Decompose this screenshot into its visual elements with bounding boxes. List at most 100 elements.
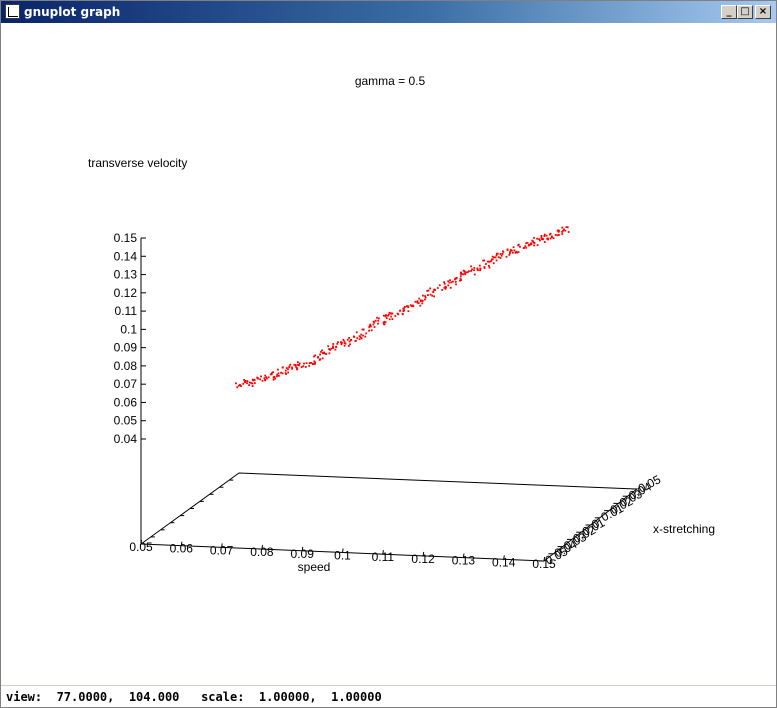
data-point: [403, 306, 406, 308]
data-point: [273, 376, 276, 378]
data-point: [347, 345, 350, 347]
data-point: [348, 337, 350, 339]
data-point: [281, 366, 284, 369]
data-point: [297, 361, 299, 364]
plot-area[interactable]: gamma = 0.5 transverse velocity speed x-…: [1, 23, 776, 683]
data-point: [328, 352, 331, 355]
data-point: [509, 252, 511, 255]
close-button[interactable]: ×: [755, 5, 771, 19]
data-point: [524, 245, 527, 247]
data-point: [349, 343, 351, 346]
status-bar: view: 77.0000, 104.000 scale: 1.00000, 1…: [1, 685, 776, 707]
data-point: [244, 381, 247, 384]
data-point: [402, 307, 405, 310]
minimize-button[interactable]: _: [721, 5, 737, 19]
data-point: [427, 289, 430, 292]
data-point: [281, 372, 284, 375]
data-point: [352, 335, 355, 338]
data-point: [495, 254, 498, 257]
data-point: [361, 328, 364, 331]
data-point: [495, 259, 498, 262]
maximize-button[interactable]: □: [737, 5, 753, 19]
gnuplot-app-icon[interactable]: [5, 4, 20, 19]
data-point: [253, 382, 256, 384]
data-point: [285, 373, 287, 375]
chart-title: gamma = 0.5: [355, 74, 426, 88]
data-point: [532, 241, 535, 243]
data-point: [552, 237, 555, 240]
x-axis-label: speed: [298, 560, 331, 574]
data-point: [328, 348, 330, 350]
data-point: [317, 356, 319, 358]
data-point: [336, 343, 339, 345]
data-point: [327, 345, 330, 348]
data-point: [251, 378, 254, 381]
data-point: [364, 335, 367, 338]
x-tick-label: 0.1: [334, 549, 351, 563]
data-point: [429, 293, 432, 296]
data-point: [330, 347, 333, 350]
data-point: [323, 352, 326, 355]
data-point: [509, 250, 512, 253]
data-point: [429, 287, 432, 290]
data-point: [488, 266, 491, 269]
data-point: [343, 342, 346, 344]
3d-scatter-chart[interactable]: gamma = 0.5 transverse velocity speed x-…: [1, 23, 776, 683]
data-point: [433, 295, 435, 298]
data-point: [312, 363, 315, 365]
data-point: [243, 379, 245, 381]
data-point: [485, 263, 487, 265]
data-point: [263, 377, 266, 380]
data-point: [452, 280, 454, 283]
data-point: [471, 268, 473, 271]
y-axis-label: x-stretching: [653, 522, 715, 536]
data-point: [505, 255, 508, 258]
data-point: [385, 314, 387, 316]
data-point: [438, 284, 441, 287]
data-point: [319, 358, 322, 361]
data-point: [447, 280, 450, 283]
data-point: [314, 354, 317, 357]
window-title: gnuplot graph: [24, 5, 121, 19]
data-point: [416, 301, 419, 304]
data-point: [296, 367, 298, 370]
data-point: [433, 288, 436, 291]
data-point: [377, 322, 379, 325]
data-point: [489, 260, 492, 263]
data-point: [358, 338, 361, 341]
data-point: [479, 269, 481, 272]
data-point: [421, 302, 424, 305]
data-point: [370, 325, 372, 328]
data-point: [383, 320, 386, 323]
data-point: [449, 279, 451, 282]
data-point: [335, 345, 338, 348]
title-bar[interactable]: gnuplot graph _ □ ×: [1, 1, 776, 23]
data-point: [491, 258, 494, 261]
data-point: [305, 362, 308, 365]
data-point: [545, 234, 548, 237]
data-point: [325, 353, 328, 355]
data-point: [288, 366, 291, 369]
x-tick-label: 0.14: [492, 555, 516, 569]
data-point: [354, 340, 357, 342]
data-point: [291, 367, 293, 370]
data-point: [314, 363, 316, 365]
data-point: [401, 312, 404, 315]
data-point: [394, 315, 397, 317]
data-point: [259, 378, 261, 381]
z-tick-label: 0.1: [120, 322, 137, 336]
data-point: [368, 326, 371, 329]
data-point: [539, 239, 541, 242]
data-point: [470, 265, 472, 268]
data-point: [412, 305, 415, 307]
data-point: [502, 250, 504, 253]
data-point: [483, 259, 485, 262]
data-point: [246, 380, 249, 382]
data-point: [365, 332, 368, 335]
data-point: [310, 362, 313, 364]
data-point: [454, 278, 456, 281]
data-point: [419, 299, 422, 302]
data-point: [304, 366, 307, 368]
data-point: [551, 235, 553, 238]
data-point: [372, 323, 375, 326]
